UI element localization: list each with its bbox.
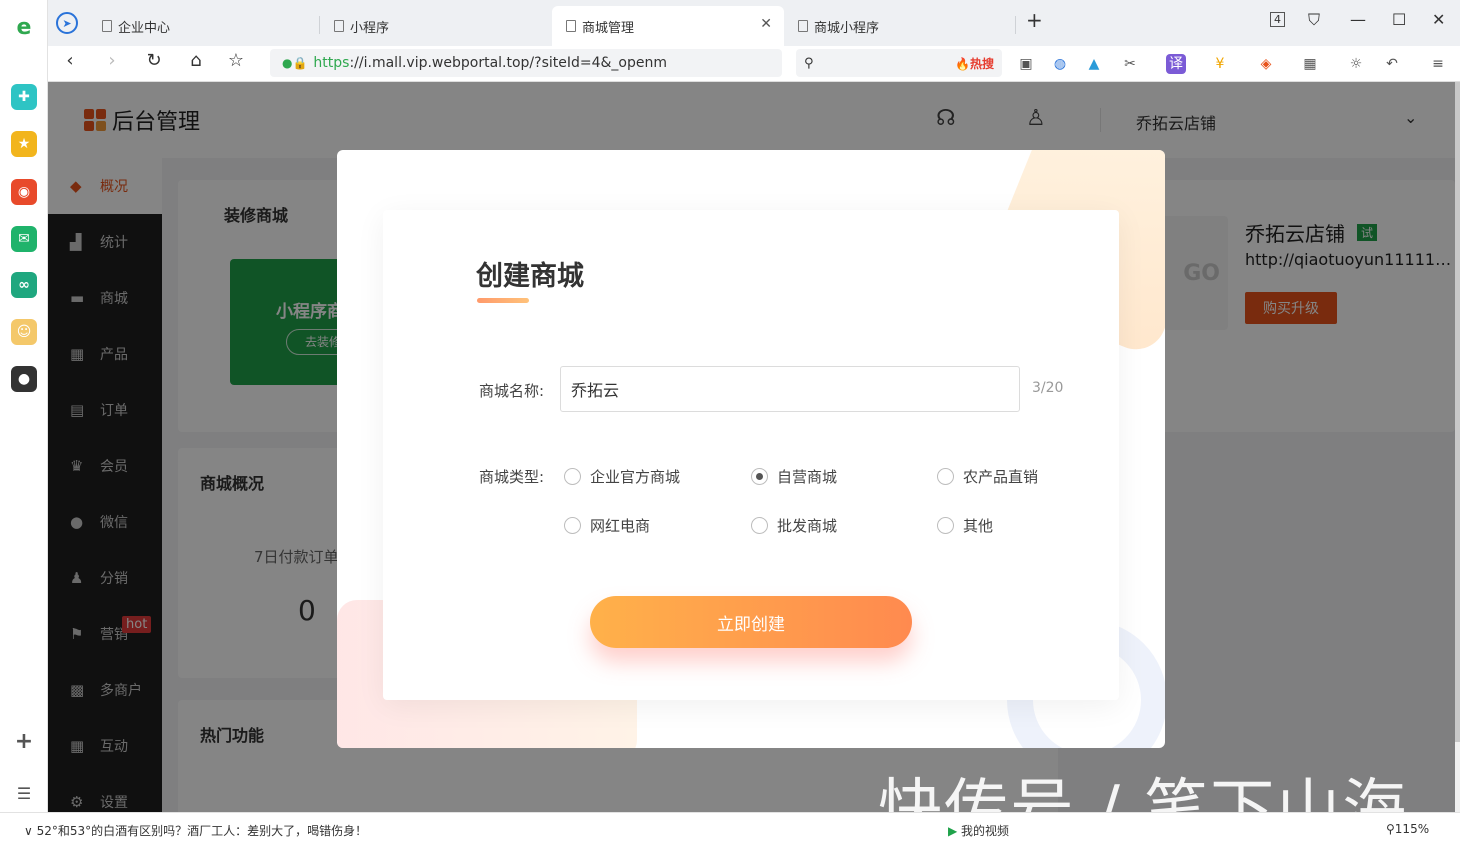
tab-label: 小程序 — [350, 20, 390, 36]
maximize-button[interactable]: ☐ — [1392, 10, 1406, 29]
reload-button[interactable]: ↻ — [140, 50, 168, 71]
mall-name-counter: 3/20 — [1032, 380, 1064, 396]
tab-enterprise-center[interactable]: 企业中心 — [88, 6, 318, 46]
screenshot-icon[interactable]: ◍ — [1050, 54, 1070, 74]
zoom-text: 115% — [1394, 822, 1430, 836]
page-icon — [798, 20, 808, 32]
radio-dot[interactable] — [564, 517, 581, 534]
hot-search-label[interactable]: 🔥热搜 — [955, 55, 994, 72]
weibo-icon[interactable]: ◉ — [11, 179, 37, 205]
news-text: 52°和53°的白酒有区别吗？酒厂工人：差别大了，喝错伤身！ — [36, 824, 368, 838]
radio-dot[interactable] — [751, 517, 768, 534]
url-bar[interactable]: ●🔒 https ://i.mall.vip.webportal.top/?si… — [270, 49, 782, 77]
mall-name-input[interactable] — [560, 366, 1020, 412]
radio-farm-direct[interactable]: 农产品直销 — [937, 466, 1038, 487]
tab-bar: ➤ 企业中心 小程序 商城管理 ✕ 商城小程序 + 4 ⛉ — ☐ ✕ — [48, 0, 1460, 46]
gamepad-icon[interactable]: ◈ — [1256, 54, 1276, 74]
brightness-icon[interactable]: ☼ — [1346, 54, 1366, 74]
browser-sidebar: e ✚ ★ ◉ ✉ ∞ ☺ ● + ☰ — [0, 0, 48, 843]
search-icon: ⚲ — [804, 55, 814, 71]
tab-count-icon[interactable]: 4 — [1270, 12, 1285, 27]
tab-label: 商城管理 — [582, 20, 635, 36]
navigation-icon[interactable]: ➤ — [56, 12, 78, 34]
tab-mall-management[interactable]: 商城管理 ✕ — [552, 6, 784, 46]
minimize-button[interactable]: — — [1350, 10, 1366, 29]
video-label: 我的视频 — [961, 824, 1010, 838]
back-button[interactable]: ‹ — [56, 50, 84, 71]
page-icon — [102, 20, 112, 32]
undo-icon[interactable]: ↶ — [1382, 54, 1402, 74]
zoom-level[interactable]: ⚲115% — [1386, 822, 1429, 836]
lock-icon: ●🔒 — [282, 56, 308, 70]
mall-name-label: 商城名称: — [479, 382, 545, 400]
mail-icon[interactable]: ✉ — [11, 226, 37, 252]
favorites-star-icon[interactable]: ★ — [11, 131, 37, 157]
mall-type-label: 商城类型: — [479, 468, 545, 486]
url-scheme: https — [313, 55, 350, 71]
page-icon — [566, 20, 576, 32]
radio-influencer-ecommerce[interactable]: 网红电商 — [564, 515, 650, 536]
radio-dot[interactable] — [564, 468, 581, 485]
tab-mini-program[interactable]: 小程序 — [320, 6, 550, 46]
search-box[interactable]: ⚲ 🔥热搜 — [796, 49, 1002, 77]
link-icon[interactable]: ∞ — [11, 272, 37, 298]
radio-other[interactable]: 其他 — [937, 515, 993, 536]
radio-label: 农产品直销 — [963, 468, 1039, 486]
close-tab-icon[interactable]: ✕ — [760, 16, 772, 32]
forward-button[interactable]: › — [98, 50, 126, 71]
plugin-icon[interactable]: ✚ — [11, 84, 37, 110]
shield-coin-icon[interactable]: ¥ — [1210, 54, 1230, 74]
page-icon — [334, 20, 344, 32]
title-underline — [477, 298, 529, 303]
new-tab-button[interactable]: + — [1026, 8, 1043, 32]
radio-self-operated-mall[interactable]: 自营商城 — [751, 466, 837, 487]
bookmark-star-icon[interactable]: ☆ — [222, 50, 250, 71]
menu-list-icon[interactable]: ☰ — [11, 780, 37, 806]
create-now-button[interactable]: 立即创建 — [590, 596, 912, 648]
main-menu-icon[interactable]: ≡ — [1428, 54, 1448, 74]
tab-label: 企业中心 — [118, 20, 171, 36]
radio-dot[interactable] — [937, 468, 954, 485]
radio-label: 企业官方商城 — [590, 468, 681, 486]
radio-dot[interactable] — [937, 517, 954, 534]
zoom-icon: ⚲ — [1386, 822, 1395, 836]
browser-status-bar: ∨ 52°和53°的白酒有区别吗？酒厂工人：差别大了，喝错伤身！ ▶ 我的视频 … — [0, 812, 1460, 843]
panda-icon[interactable]: ● — [11, 366, 37, 392]
radio-wholesale-mall[interactable]: 批发商城 — [751, 515, 837, 536]
news-ticker[interactable]: ∨ 52°和53°的白酒有区别吗？酒厂工人：差别大了，喝错伤身！ — [24, 822, 367, 839]
scissors-icon[interactable]: ✂ — [1120, 54, 1140, 74]
translate-icon[interactable]: 译 — [1166, 54, 1186, 74]
radio-label: 自营商城 — [777, 468, 838, 486]
radio-label: 其他 — [963, 517, 994, 535]
video-play-icon: ▶ — [948, 824, 962, 838]
tab-mall-mini-program[interactable]: 商城小程序 — [784, 6, 1014, 46]
radio-label: 批发商城 — [777, 517, 838, 535]
game-avatar-icon[interactable]: ☺ — [11, 319, 37, 345]
close-window-button[interactable]: ✕ — [1432, 10, 1445, 29]
page-scrollbar[interactable] — [1455, 82, 1460, 742]
home-button[interactable]: ⌂ — [182, 50, 210, 71]
chevron-down-icon: ∨ — [24, 824, 37, 838]
radio-enterprise-mall[interactable]: 企业官方商城 — [564, 466, 680, 487]
radio-label: 网红电商 — [590, 517, 651, 535]
apps-grid-icon[interactable]: ▦ — [1300, 54, 1320, 74]
dialog-title: 创建商城 — [476, 261, 584, 292]
shirt-skin-icon[interactable]: ⛉ — [1308, 10, 1320, 30]
add-icon[interactable]: + — [11, 728, 37, 754]
address-toolbar: ‹ › ↻ ⌂ ☆ ●🔒 https ://i.mall.vip.webport… — [48, 46, 1460, 82]
url-text: ://i.mall.vip.webportal.top/?siteId=4&_o… — [349, 55, 668, 71]
radio-dot-selected[interactable] — [751, 468, 768, 485]
browser-logo-icon[interactable]: e — [11, 14, 37, 40]
create-mall-dialog: 创建商城 商城名称: 3/20 商城类型: 企业官方商城 自营商城 农产品直销 … — [337, 150, 1165, 748]
my-video-button[interactable]: ▶ 我的视频 — [948, 822, 1009, 839]
triangle-app-icon[interactable]: ▲ — [1084, 54, 1104, 74]
reader-icon[interactable]: ▣ — [1016, 54, 1036, 74]
tab-label: 商城小程序 — [814, 20, 880, 36]
